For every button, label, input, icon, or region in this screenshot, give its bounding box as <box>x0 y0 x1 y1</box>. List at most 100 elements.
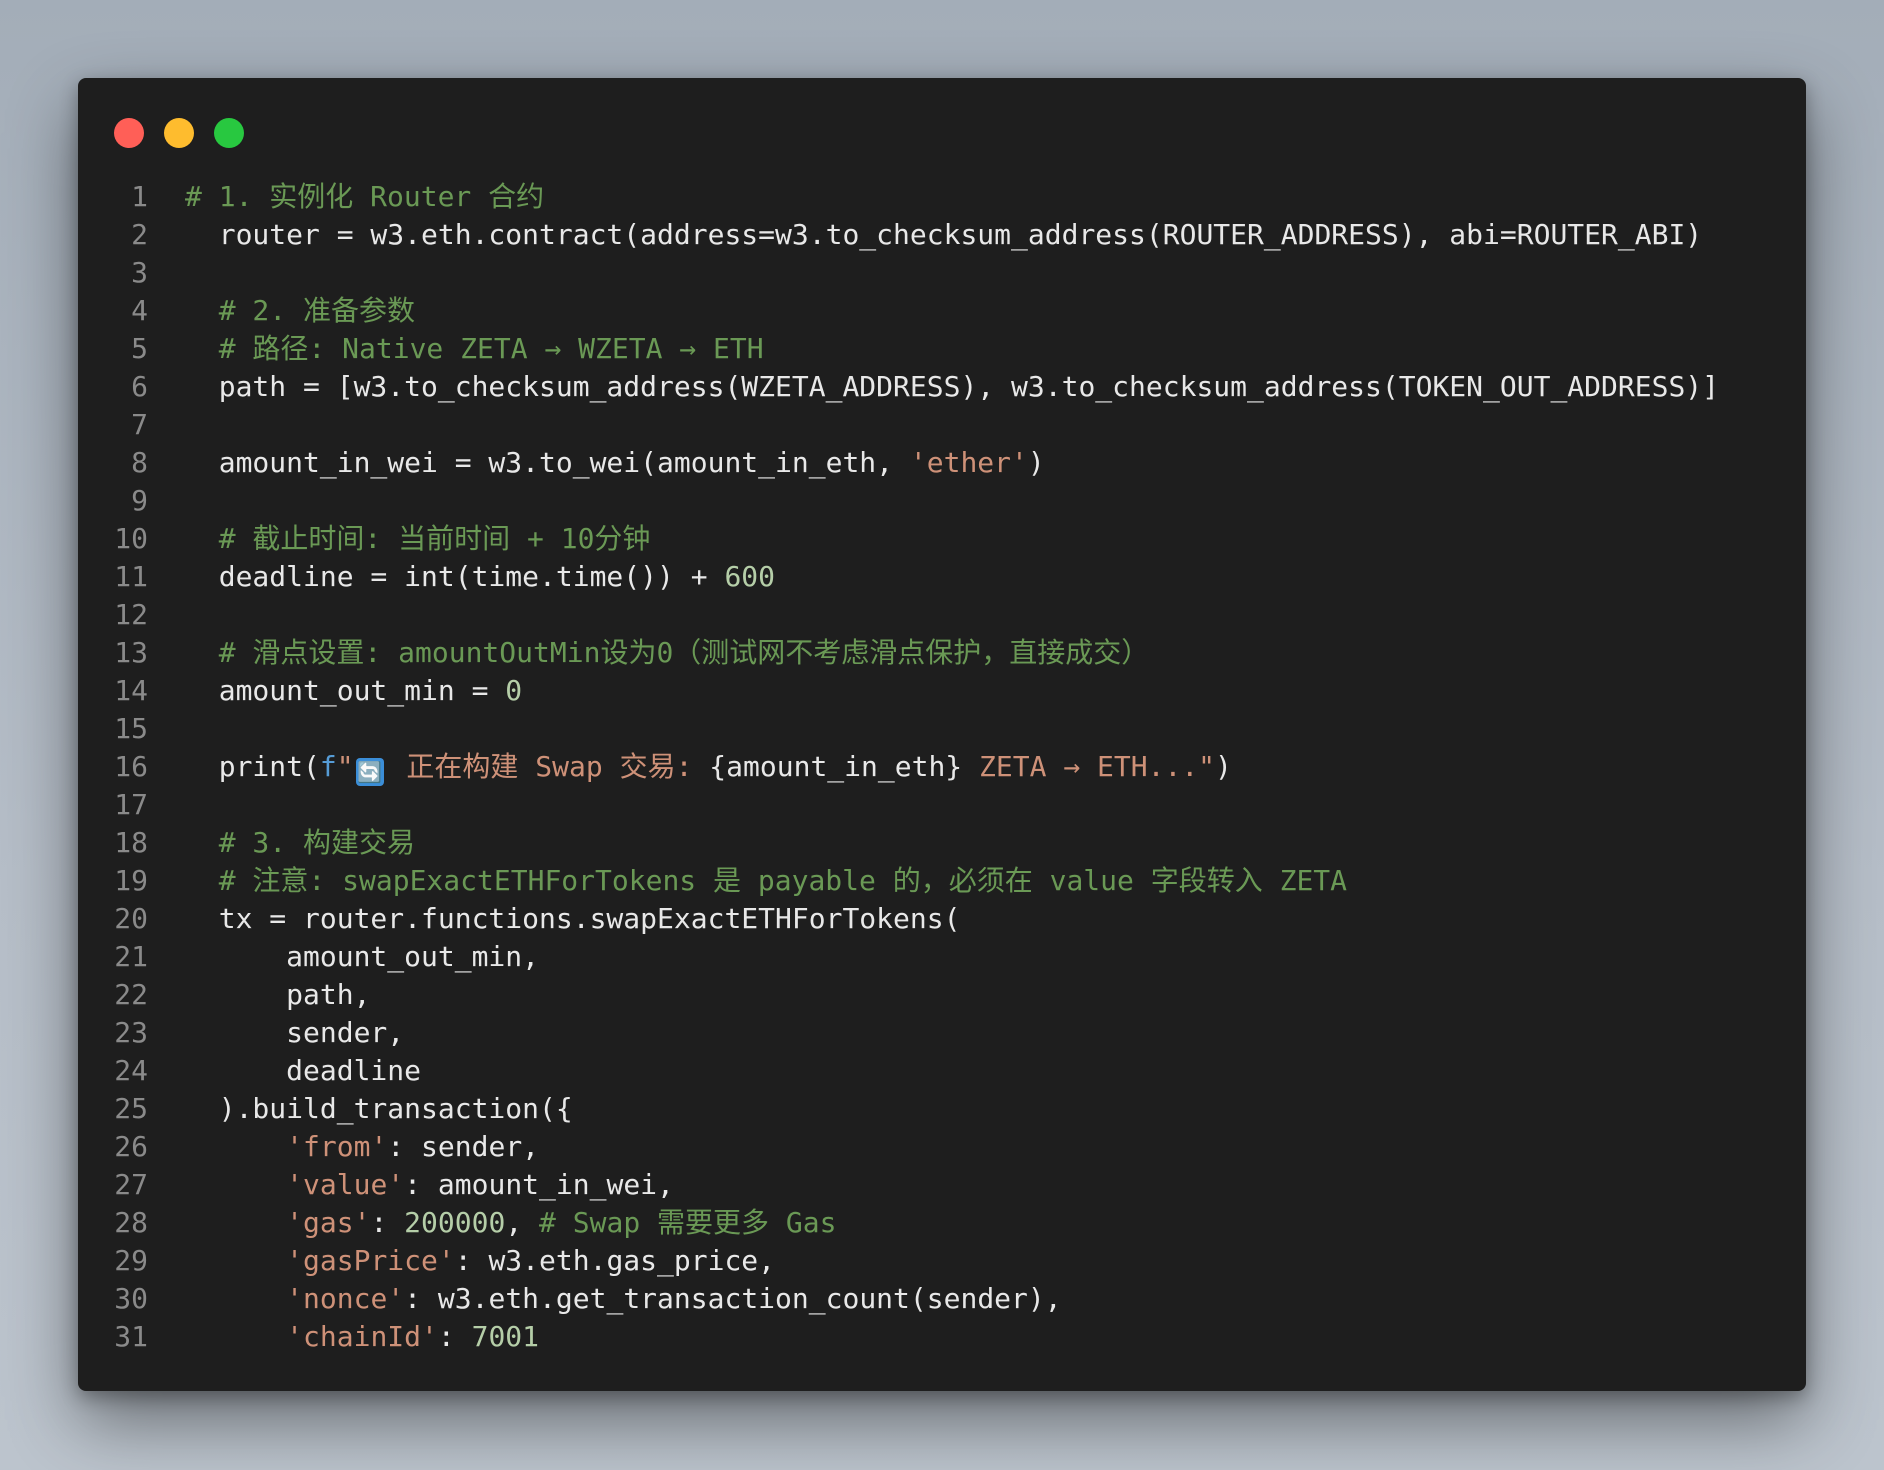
code-token: 'gas' <box>286 1206 371 1239</box>
maximize-dot[interactable] <box>214 118 244 148</box>
code-line: 12 <box>78 596 1806 634</box>
code-token: # 注意: swapExactETHForTokens 是 payable 的，… <box>218 864 1348 897</box>
code-line: 3 <box>78 254 1806 292</box>
line-text: path = [w3.to_checksum_address(WZETA_ADD… <box>185 368 1719 406</box>
line-text: tx = router.functions.swapExactETHForTok… <box>185 900 961 938</box>
line-text: amount_out_min, <box>185 938 539 976</box>
line-text: # 路径: Native ZETA → WZETA → ETH <box>185 330 764 368</box>
code-token: tx = router.functions.swapExactETHForTok… <box>185 902 961 935</box>
code-line: 15 <box>78 710 1806 748</box>
line-text: 'gas': 200000, # Swap 需要更多 Gas <box>185 1204 836 1242</box>
code-token: # 滑点设置: amountOutMin设为0（测试网不考虑滑点保护，直接成交） <box>218 636 1150 669</box>
code-token: # Swap 需要更多 Gas <box>539 1206 837 1239</box>
line-text: 'gasPrice': w3.eth.gas_price, <box>185 1242 775 1280</box>
code-token: # 截止时间: 当前时间 + 10分钟 <box>218 522 651 555</box>
line-text: amount_out_min = 0 <box>185 672 522 710</box>
code-token: deadline <box>185 1054 422 1087</box>
code-line: 31 'chainId': 7001 <box>78 1318 1806 1356</box>
code-token: 600 <box>724 560 776 593</box>
code-token: 200000 <box>404 1206 506 1239</box>
line-number: 25 <box>114 1092 148 1125</box>
code-token: 0 <box>505 674 523 707</box>
code-token: # 路径: Native ZETA → WZETA → ETH <box>218 332 764 365</box>
line-text: 'value': amount_in_wei, <box>185 1166 674 1204</box>
code-line: 21 amount_out_min, <box>78 938 1806 976</box>
line-number: 22 <box>114 978 148 1011</box>
line-number: 13 <box>114 636 148 669</box>
code-line: 24 deadline <box>78 1052 1806 1090</box>
line-text: # 注意: swapExactETHForTokens 是 payable 的，… <box>185 862 1347 900</box>
code-token: deadline = int(time.time()) + <box>185 560 725 593</box>
line-number: 30 <box>114 1282 148 1315</box>
line-number: 20 <box>114 902 148 935</box>
code-token: 7001 <box>471 1320 540 1353</box>
code-token: path, <box>185 978 371 1011</box>
line-number: 17 <box>114 788 148 821</box>
line-number: 27 <box>114 1168 148 1201</box>
line-number: 21 <box>114 940 148 973</box>
code-token: f <box>319 750 337 783</box>
code-line: 7 <box>78 406 1806 444</box>
line-number: 26 <box>114 1130 148 1163</box>
code-token: {amount_in_eth} <box>709 750 963 783</box>
code-line: 2 router = w3.eth.contract(address=w3.to… <box>78 216 1806 254</box>
line-number: 12 <box>114 598 148 631</box>
code-line: 17 <box>78 786 1806 824</box>
code-line: 16 print(f" 🔄 正在构建 Swap 交易: {amount_in_et… <box>78 748 1806 786</box>
line-text: # 2. 准备参数 <box>185 292 415 330</box>
code-token: ).build_transaction({ <box>185 1092 573 1125</box>
line-number: 19 <box>114 864 148 897</box>
code-line: 19 # 注意: swapExactETHForTokens 是 payable… <box>78 862 1806 900</box>
code-token: path = [w3.to_checksum_address(WZETA_ADD… <box>185 370 1720 403</box>
line-text: 'from': sender, <box>185 1128 539 1166</box>
line-text: # 1. 实例化 Router 合约 <box>185 178 544 216</box>
code-line: 14 amount_out_min = 0 <box>78 672 1806 710</box>
code-token: 'gasPrice' <box>286 1244 455 1277</box>
line-number: 5 <box>131 332 148 365</box>
line-number: 24 <box>114 1054 148 1087</box>
code-token: # 1. 实例化 Router 合约 <box>185 180 545 213</box>
line-text: 'chainId': 7001 <box>185 1318 539 1356</box>
line-number: 28 <box>114 1206 148 1239</box>
line-number: 18 <box>114 826 148 859</box>
code-line: 30 'nonce': w3.eth.get_transaction_count… <box>78 1280 1806 1318</box>
code-token: amount_out_min, <box>185 940 540 973</box>
line-number: 7 <box>131 408 148 441</box>
minimize-dot[interactable] <box>164 118 194 148</box>
line-text: # 3. 构建交易 <box>185 824 415 862</box>
line-text: ).build_transaction({ <box>185 1090 573 1128</box>
line-text: router = w3.eth.contract(address=w3.to_c… <box>185 216 1702 254</box>
code-token: 'from' <box>286 1130 388 1163</box>
code-line: 5 # 路径: Native ZETA → WZETA → ETH <box>78 330 1806 368</box>
code-line: 13 # 滑点设置: amountOutMin设为0（测试网不考虑滑点保护，直接… <box>78 634 1806 672</box>
line-number: 6 <box>131 370 148 403</box>
code-line: 11 deadline = int(time.time()) + 600 <box>78 558 1806 596</box>
line-number: 3 <box>131 256 148 289</box>
code-line: 28 'gas': 200000, # Swap 需要更多 Gas <box>78 1204 1806 1242</box>
code-line: 27 'value': amount_in_wei, <box>78 1166 1806 1204</box>
code-token: 'ether' <box>909 446 1028 479</box>
code-line: 1 # 1. 实例化 Router 合约 <box>78 178 1806 216</box>
refresh-icon: 🔄 <box>355 758 384 786</box>
line-number: 4 <box>131 294 148 327</box>
code-token: # 3. 构建交易 <box>218 826 416 859</box>
code-token: : sender, <box>387 1130 540 1163</box>
code-token: : <box>370 1206 405 1239</box>
code-line: 20 tx = router.functions.swapExactETHFor… <box>78 900 1806 938</box>
code-block: 1 # 1. 实例化 Router 合约 2 router = w3.eth.con… <box>78 178 1806 1356</box>
line-text: amount_in_wei = w3.to_wei(amount_in_eth,… <box>185 444 1045 482</box>
code-token: 正在构建 Swap 交易: <box>389 750 710 783</box>
line-number: 1 <box>131 180 148 213</box>
close-dot[interactable] <box>114 118 144 148</box>
code-token: : <box>437 1320 472 1353</box>
code-token: " <box>336 750 354 783</box>
code-token: : w3.eth.gas_price, <box>454 1244 776 1277</box>
line-number: 23 <box>114 1016 148 1049</box>
